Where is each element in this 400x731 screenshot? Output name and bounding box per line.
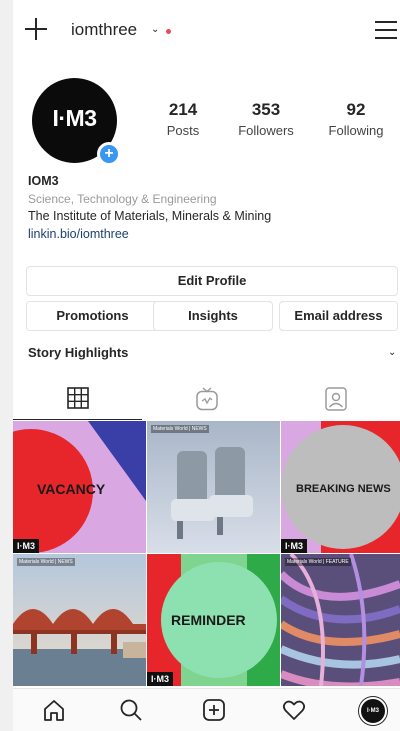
- post-tile[interactable]: Materials World | FEATURE: [281, 554, 400, 686]
- profile-link[interactable]: linkin.bio/iomthree: [28, 227, 129, 241]
- post-tag: Materials World | FEATURE: [285, 558, 351, 566]
- profile-category: Science, Technology & Engineering: [28, 192, 217, 206]
- tab-tagged[interactable]: [271, 378, 400, 420]
- grid-icon: [67, 387, 89, 409]
- tagged-icon: [325, 387, 347, 411]
- post-tile[interactable]: BREAKING NEWS I·M3: [281, 421, 400, 553]
- stat-value: 214: [168, 100, 198, 119]
- post-seats-photo: [147, 421, 280, 553]
- profile-screen: iomthree ⌄ I·M3 + 214 Posts 353 Follower…: [13, 0, 400, 731]
- bottom-navigation: I·M3: [13, 688, 400, 731]
- profile-description: The Institute of Materials, Minerals & M…: [28, 209, 272, 223]
- post-tile[interactable]: REMINDER I·M3: [147, 554, 280, 686]
- post-title: VACANCY: [37, 481, 106, 497]
- post-tile[interactable]: VACANCY I·M3: [13, 421, 146, 553]
- stat-value: 92: [346, 100, 366, 119]
- insights-button[interactable]: Insights: [153, 301, 273, 331]
- post-logo: I·M3: [13, 539, 39, 553]
- stat-label: Following: [328, 123, 384, 138]
- stat-followers[interactable]: 353 Followers: [231, 100, 301, 138]
- search-icon[interactable]: [118, 697, 144, 723]
- home-icon[interactable]: [41, 697, 67, 723]
- post-fibres-photo: [281, 554, 400, 686]
- post-logo: I·M3: [281, 539, 307, 553]
- stat-label: Posts: [166, 123, 200, 138]
- stat-label: Followers: [238, 123, 294, 138]
- post-title: REMINDER: [171, 612, 246, 628]
- edit-profile-button[interactable]: Edit Profile: [26, 266, 398, 296]
- stat-value: 353: [251, 100, 281, 119]
- post-tag: Materials World | NEWS: [151, 425, 209, 433]
- activity-heart-icon[interactable]: [281, 697, 307, 723]
- new-post-icon[interactable]: [201, 697, 227, 723]
- story-highlights-label[interactable]: Story Highlights: [28, 345, 128, 360]
- post-bridge-photo: [13, 554, 146, 686]
- avatar-logo-text: I·M3: [52, 105, 98, 131]
- post-tile[interactable]: Materials World | NEWS: [13, 554, 146, 686]
- igtv-icon: [196, 387, 218, 411]
- post-tile[interactable]: Materials World | NEWS: [147, 421, 280, 553]
- promotions-button[interactable]: Promotions: [26, 301, 159, 331]
- add-story-icon[interactable]: +: [97, 142, 121, 166]
- profile-avatar[interactable]: I·M3: [359, 697, 387, 725]
- post-tag: Materials World | NEWS: [17, 558, 75, 566]
- profile-tabs: [13, 378, 400, 420]
- username-switcher[interactable]: iomthree: [71, 20, 137, 40]
- tab-igtv[interactable]: [142, 378, 271, 420]
- email-address-button[interactable]: Email address: [279, 301, 398, 331]
- post-logo: I·M3: [147, 672, 173, 686]
- notification-dot: [166, 29, 171, 34]
- profile-name: IOM3: [28, 174, 59, 188]
- chevron-down-icon[interactable]: ⌄: [388, 347, 396, 358]
- stat-posts[interactable]: 214 Posts: [153, 100, 213, 138]
- chevron-down-icon[interactable]: ⌄: [151, 24, 159, 35]
- hamburger-menu-icon[interactable]: [375, 21, 397, 39]
- posts-grid: VACANCY I·M3 Materials World | NEWS BREA…: [13, 421, 400, 686]
- tab-grid[interactable]: [13, 378, 142, 420]
- top-bar: iomthree ⌄: [13, 8, 400, 52]
- stat-following[interactable]: 92 Following: [318, 100, 394, 138]
- post-title: BREAKING NEWS: [296, 483, 391, 495]
- plus-icon[interactable]: [25, 18, 47, 40]
